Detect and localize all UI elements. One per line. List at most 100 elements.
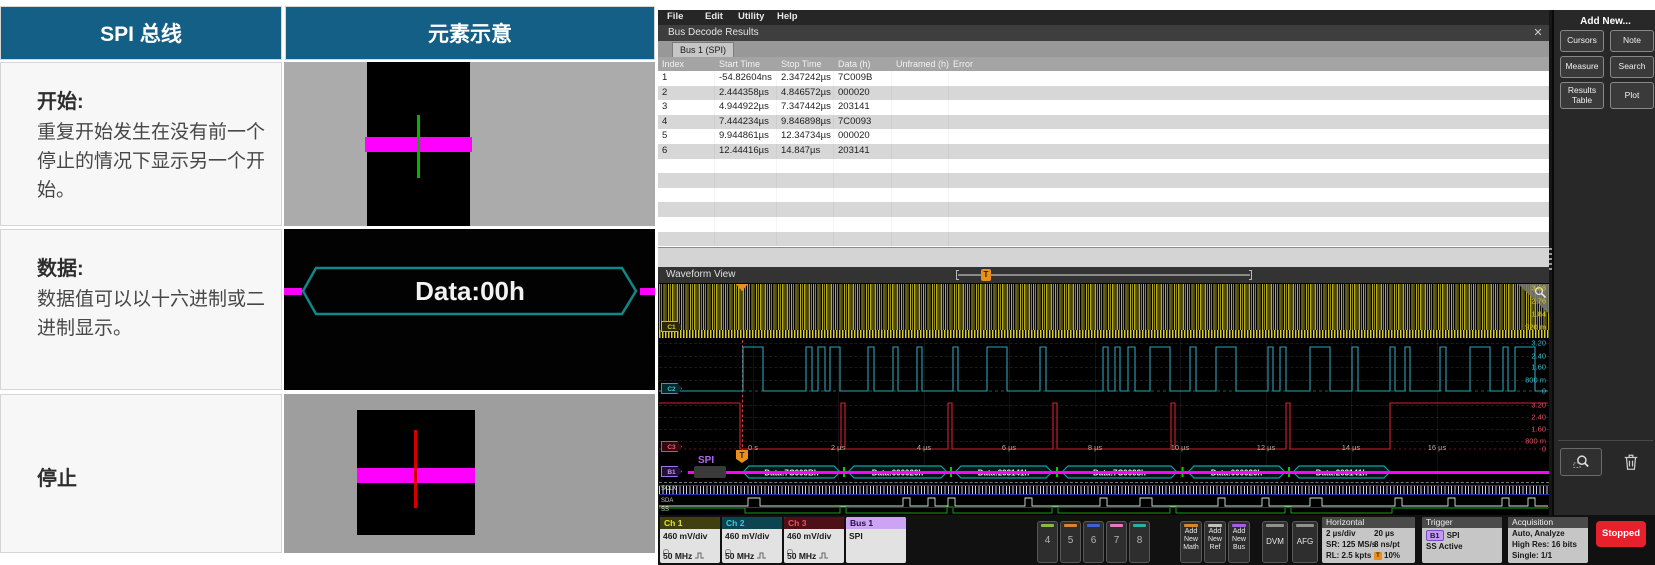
table-row[interactable]: 59.944861µs12.34734µs000020 (658, 129, 1549, 144)
time-label: 16 µs (1428, 443, 1447, 452)
decode-table-body: 1-54.82604ns2.347242µs7C009B22.444358µs4… (658, 71, 1549, 247)
scale-label: 2.40 (1506, 352, 1546, 361)
right-panel-divider (1558, 440, 1653, 441)
doc-start-heading: 开始: (37, 87, 271, 117)
table-row[interactable]: 47.444234µs9.846898µs7C0093 (658, 115, 1549, 130)
table-row[interactable] (658, 202, 1549, 217)
add-new-plot-button[interactable]: Plot (1610, 82, 1654, 109)
zoom-tool-button[interactable] (1560, 448, 1602, 476)
doc-header-spi-bus-label: SPI 总线 (100, 18, 182, 48)
table-row[interactable] (658, 217, 1549, 232)
panel-resize-strip[interactable] (658, 247, 1549, 267)
doc-table: SPI 总线 元素示意 开始: 重复开始发生在没有前一个停止的情况下显示另一个开… (0, 0, 656, 565)
trigger-position-icon: T (1374, 552, 1382, 560)
horizontal-panel[interactable]: Horizontal 2 µs/div20 µs SR: 125 MS/s8 n… (1322, 517, 1415, 563)
bus1-bottom-badge[interactable]: Bus 1SPI (846, 517, 906, 563)
add-new-math-button[interactable]: Add New Math (1180, 521, 1202, 563)
add-new-note-button[interactable]: Note (1610, 30, 1654, 52)
column-header: Error (949, 57, 1549, 71)
scale-label: 0 (1506, 387, 1546, 396)
bottom-bar: Ch 1460 mV/div50 MHz Ch 2460 mV/div50 MH… (658, 515, 1655, 565)
menu-edit[interactable]: Edit (705, 11, 723, 22)
channel-5-button[interactable]: 5 (1060, 521, 1081, 563)
scale-label: 0 (1506, 445, 1546, 454)
channel-badge-1[interactable]: Ch 1460 mV/div50 MHz (660, 517, 720, 563)
trigger-source-badge: B1 (1426, 530, 1444, 541)
time-label: 12 µs (1257, 443, 1276, 452)
channel-4-button[interactable]: 4 (1037, 521, 1058, 563)
add-new-ref-button[interactable]: Add New Ref (1204, 521, 1226, 563)
data-figure-bus-line-right (640, 288, 655, 295)
delete-button[interactable] (1610, 448, 1652, 476)
trigger-panel[interactable]: Trigger B1SPI SS Active (1422, 517, 1502, 563)
menu-help[interactable]: Help (777, 11, 798, 22)
bandwidth-icon (695, 552, 704, 559)
doc-data-body: 数据值可以以十六进制或二进制显示。 (37, 286, 271, 344)
column-header: Data (h) (834, 57, 892, 71)
scale-label: 3.20 (1506, 401, 1546, 410)
scale-label: 800 m (1506, 376, 1546, 385)
sclk-digital-trace (659, 485, 1549, 495)
tab-bus1-spi[interactable]: Bus 1 (SPI) (672, 42, 734, 57)
doc-row-data-text: 数据: 数据值可以以十六进制或二进制显示。 (0, 229, 282, 390)
add-new-title: Add New... (1554, 16, 1655, 27)
add-new-search-button[interactable]: Search (1610, 56, 1654, 78)
bus-muted-box (694, 466, 726, 478)
sda-rail (659, 507, 1549, 508)
time-label: 4 µs (917, 443, 931, 452)
acquisition-panel-title: Acquisition (1508, 517, 1588, 528)
dvm-button[interactable]: DVM (1262, 521, 1288, 563)
add-new-cursors-button[interactable]: Cursors (1560, 30, 1604, 52)
stop-figure-stop-marker (414, 430, 417, 508)
waveform-view-title: Waveform View T (658, 267, 1549, 283)
add-new-results-table-button[interactable]: Results Table (1560, 82, 1604, 109)
channel-badge-2[interactable]: Ch 2460 mV/div50 MHz (722, 517, 782, 563)
trigger-position-marker[interactable]: T (981, 269, 991, 281)
acquisition-panel[interactable]: Acquisition Auto, Analyze High Res: 16 b… (1508, 517, 1588, 563)
close-icon[interactable]: ✕ (1530, 25, 1546, 41)
table-row[interactable] (658, 232, 1549, 247)
table-row[interactable] (658, 188, 1549, 203)
menu-file[interactable]: File (667, 11, 683, 22)
menu-bar: File Edit Utility Help (658, 10, 1549, 25)
column-header: Index (658, 57, 715, 71)
right-panel: Add New... Cursors Note Measure Search Resul… (1552, 10, 1655, 515)
time-label: 14 µs (1342, 443, 1361, 452)
table-row[interactable] (658, 173, 1549, 188)
horizontal-position-slider[interactable]: T (958, 274, 1250, 276)
add-new-measure-button[interactable]: Measure (1560, 56, 1604, 78)
time-label: 6 µs (1002, 443, 1016, 452)
stopped-button[interactable]: Stopped (1596, 521, 1646, 547)
time-label: 0 s (748, 443, 758, 452)
table-row[interactable] (658, 159, 1549, 174)
oscilloscope-app: File Edit Utility Help Bus Decode Result… (658, 10, 1655, 565)
table-row[interactable]: 22.444358µs4.846572µs000020 (658, 86, 1549, 101)
channel-badge-3[interactable]: Ch 3460 mV/div50 MHz (784, 517, 844, 563)
ss-label: SS (661, 507, 669, 513)
doc-start-figure (284, 62, 655, 226)
table-row[interactable]: 34.944922µs7.347442µs203141 (658, 100, 1549, 115)
channel-8-button[interactable]: 8 (1129, 521, 1150, 563)
scale-label: 1.60 (1506, 425, 1546, 434)
column-header: Unframed (h) (892, 57, 949, 71)
doc-start-body: 重复开始发生在没有前一个停止的情况下显示另一个开始。 (37, 119, 271, 206)
scale-label: 2.40 (1506, 413, 1546, 422)
page: SPI 总线 元素示意 开始: 重复开始发生在没有前一个停止的情况下显示另一个开… (0, 0, 1655, 565)
afg-button[interactable]: AFG (1292, 521, 1318, 563)
scale-label: 920 m (1506, 323, 1546, 332)
table-row[interactable]: 612.44416µs14.847µs203141 (658, 144, 1549, 159)
add-new-bus-button[interactable]: Add New Bus (1228, 521, 1250, 563)
table-row[interactable]: 1-54.82604ns2.347242µs7C009B (658, 71, 1549, 86)
data-figure-frame: Data:00h (300, 265, 640, 317)
channel-6-button[interactable]: 6 (1083, 521, 1104, 563)
doc-stop-figure (284, 394, 655, 553)
doc-row-stop-text: 停止 (0, 394, 282, 553)
time-label: 10 µs (1171, 443, 1190, 452)
doc-data-heading: 数据: (37, 254, 271, 284)
menu-utility[interactable]: Utility (738, 11, 764, 22)
slider-right-bracket (1249, 270, 1252, 280)
doc-data-figure: Data:00h (284, 229, 655, 390)
trigger-indicator-icon[interactable] (736, 284, 748, 291)
scale-label: 1.84 (1506, 310, 1546, 319)
channel-7-button[interactable]: 7 (1106, 521, 1127, 563)
